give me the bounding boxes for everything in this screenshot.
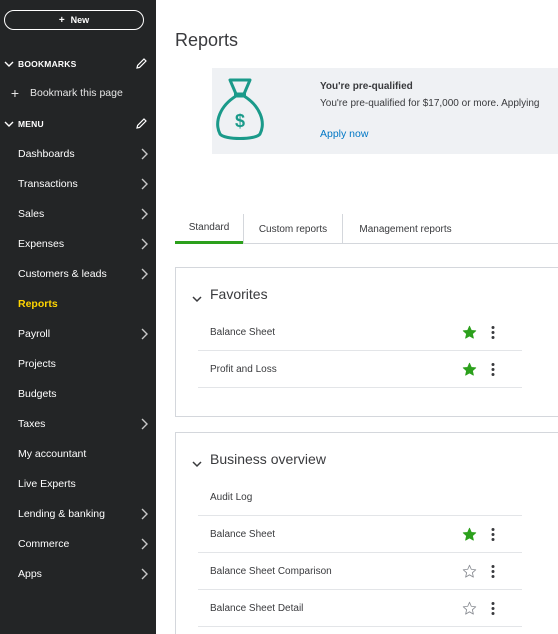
- report-name-link[interactable]: Balance Sheet Comparison: [210, 566, 332, 577]
- report-name-link[interactable]: Balance Sheet: [210, 327, 275, 338]
- sidebar-item-sales[interactable]: Sales: [0, 199, 156, 229]
- sidebar-item-customers-leads[interactable]: Customers & leads: [0, 259, 156, 289]
- chevron-right-icon: [140, 178, 148, 193]
- report-name-link[interactable]: Profit and Loss: [210, 364, 277, 375]
- menu-label: MENU: [18, 119, 44, 129]
- sidebar-item-taxes[interactable]: Taxes: [0, 409, 156, 439]
- report-name-link[interactable]: Audit Log: [210, 492, 252, 503]
- more-options-icon[interactable]: [490, 325, 496, 345]
- sidebar-item-label: Commerce: [18, 538, 70, 550]
- business-overview-card: Business overview Audit Log Balance Sheet…: [175, 432, 558, 634]
- sidebar-item-apps[interactable]: Apps: [0, 559, 156, 589]
- favorites-card: Favorites Balance Sheet Profit and Loss: [175, 267, 558, 417]
- report-row[interactable]: Audit Log: [198, 479, 522, 516]
- report-row[interactable]: Balance Sheet: [198, 516, 522, 553]
- business-overview-title: Business overview: [210, 451, 326, 467]
- sidebar-item-label: Projects: [18, 358, 56, 370]
- apply-now-link[interactable]: Apply now: [320, 128, 368, 140]
- sidebar-item-label: Payroll: [18, 328, 51, 340]
- more-options-icon[interactable]: [490, 362, 496, 382]
- new-button-label: New: [70, 15, 90, 25]
- sidebar-item-label: My accountant: [18, 448, 87, 460]
- sidebar-item-dashboards[interactable]: Dashboards: [0, 139, 156, 169]
- report-name-link[interactable]: Balance Sheet: [210, 529, 275, 540]
- chevron-down-icon[interactable]: [192, 290, 202, 308]
- sidebar-item-label: Reports: [18, 298, 58, 310]
- sidebar-item-label: Apps: [18, 568, 42, 580]
- pencil-icon[interactable]: [135, 57, 148, 72]
- sidebar-item-commerce[interactable]: Commerce: [0, 529, 156, 559]
- svg-text:$: $: [235, 111, 245, 131]
- plus-icon: +: [58, 14, 65, 26]
- sidebar-item-reports[interactable]: Reports: [0, 289, 156, 319]
- report-row[interactable]: Balance Sheet Detail: [198, 590, 522, 627]
- sidebar-item-label: Expenses: [18, 238, 65, 250]
- promo-banner: $ You're pre-qualified You're pre-qualif…: [212, 68, 558, 154]
- star-outline-icon[interactable]: [462, 601, 477, 621]
- sidebar-item-lending-banking[interactable]: Lending & banking: [0, 499, 156, 529]
- chevron-right-icon: [140, 538, 148, 553]
- new-button[interactable]: + New: [4, 10, 144, 30]
- bookmarks-header[interactable]: BOOKMARKS: [0, 55, 156, 73]
- bookmark-this-page-label: Bookmark this page: [30, 87, 123, 99]
- sidebar-item-label: Dashboards: [18, 148, 75, 160]
- chevron-down-icon[interactable]: [192, 455, 202, 473]
- more-options-icon[interactable]: [490, 527, 496, 547]
- report-row[interactable]: Balance Sheet: [198, 314, 522, 351]
- left-sidebar: + New BOOKMARKS + Bookmark this page MEN…: [0, 0, 156, 634]
- star-filled-icon[interactable]: [462, 362, 477, 382]
- sidebar-item-expenses[interactable]: Expenses: [0, 229, 156, 259]
- sidebar-item-my-accountant[interactable]: My accountant: [0, 439, 156, 469]
- chevron-right-icon: [140, 208, 148, 223]
- sidebar-item-transactions[interactable]: Transactions: [0, 169, 156, 199]
- chevron-down-icon: [0, 120, 18, 128]
- sidebar-item-label: Transactions: [18, 178, 78, 190]
- report-tabs: Standard Custom reports Management repor…: [175, 214, 558, 244]
- bookmark-this-page[interactable]: + Bookmark this page: [0, 84, 123, 102]
- sidebar-item-projects[interactable]: Projects: [0, 349, 156, 379]
- sidebar-item-budgets[interactable]: Budgets: [0, 379, 156, 409]
- report-row[interactable]: Profit and Loss: [198, 351, 522, 388]
- sidebar-item-payroll[interactable]: Payroll: [0, 319, 156, 349]
- bookmarks-label: BOOKMARKS: [18, 59, 77, 69]
- plus-icon: +: [10, 85, 20, 101]
- chevron-right-icon: [140, 568, 148, 583]
- report-name-link[interactable]: Balance Sheet Detail: [210, 603, 303, 614]
- sidebar-item-label: Taxes: [18, 418, 46, 430]
- pencil-icon[interactable]: [135, 117, 148, 132]
- sidebar-item-label: Sales: [18, 208, 45, 220]
- chevron-right-icon: [140, 268, 148, 283]
- chevron-right-icon: [140, 418, 148, 433]
- chevron-right-icon: [140, 328, 148, 343]
- tab-management-reports[interactable]: Management reports: [343, 214, 468, 244]
- sidebar-item-label: Live Experts: [18, 478, 76, 490]
- more-options-icon[interactable]: [490, 601, 496, 621]
- chevron-down-icon: [0, 60, 18, 68]
- promo-text: You're pre-qualified for $17,000 or more…: [320, 98, 540, 109]
- money-bag-icon: $: [212, 76, 268, 149]
- tab-standard[interactable]: Standard: [175, 214, 243, 244]
- chevron-right-icon: [140, 238, 148, 253]
- chevron-right-icon: [140, 508, 148, 523]
- sidebar-item-label: Budgets: [18, 388, 57, 400]
- tab-custom-reports[interactable]: Custom reports: [244, 214, 342, 244]
- favorites-title: Favorites: [210, 286, 268, 302]
- menu-header[interactable]: MENU: [0, 115, 156, 133]
- more-options-icon[interactable]: [490, 564, 496, 584]
- star-filled-icon[interactable]: [462, 527, 477, 547]
- page-title: Reports: [175, 30, 239, 50]
- promo-title: You're pre-qualified: [320, 81, 413, 92]
- sidebar-item-live-experts[interactable]: Live Experts: [0, 469, 156, 499]
- star-outline-icon[interactable]: [462, 564, 477, 584]
- sidebar-item-label: Lending & banking: [18, 508, 105, 520]
- star-filled-icon[interactable]: [462, 325, 477, 345]
- report-row[interactable]: Balance Sheet Comparison: [198, 553, 522, 590]
- chevron-right-icon: [140, 148, 148, 163]
- sidebar-item-label: Customers & leads: [18, 268, 107, 280]
